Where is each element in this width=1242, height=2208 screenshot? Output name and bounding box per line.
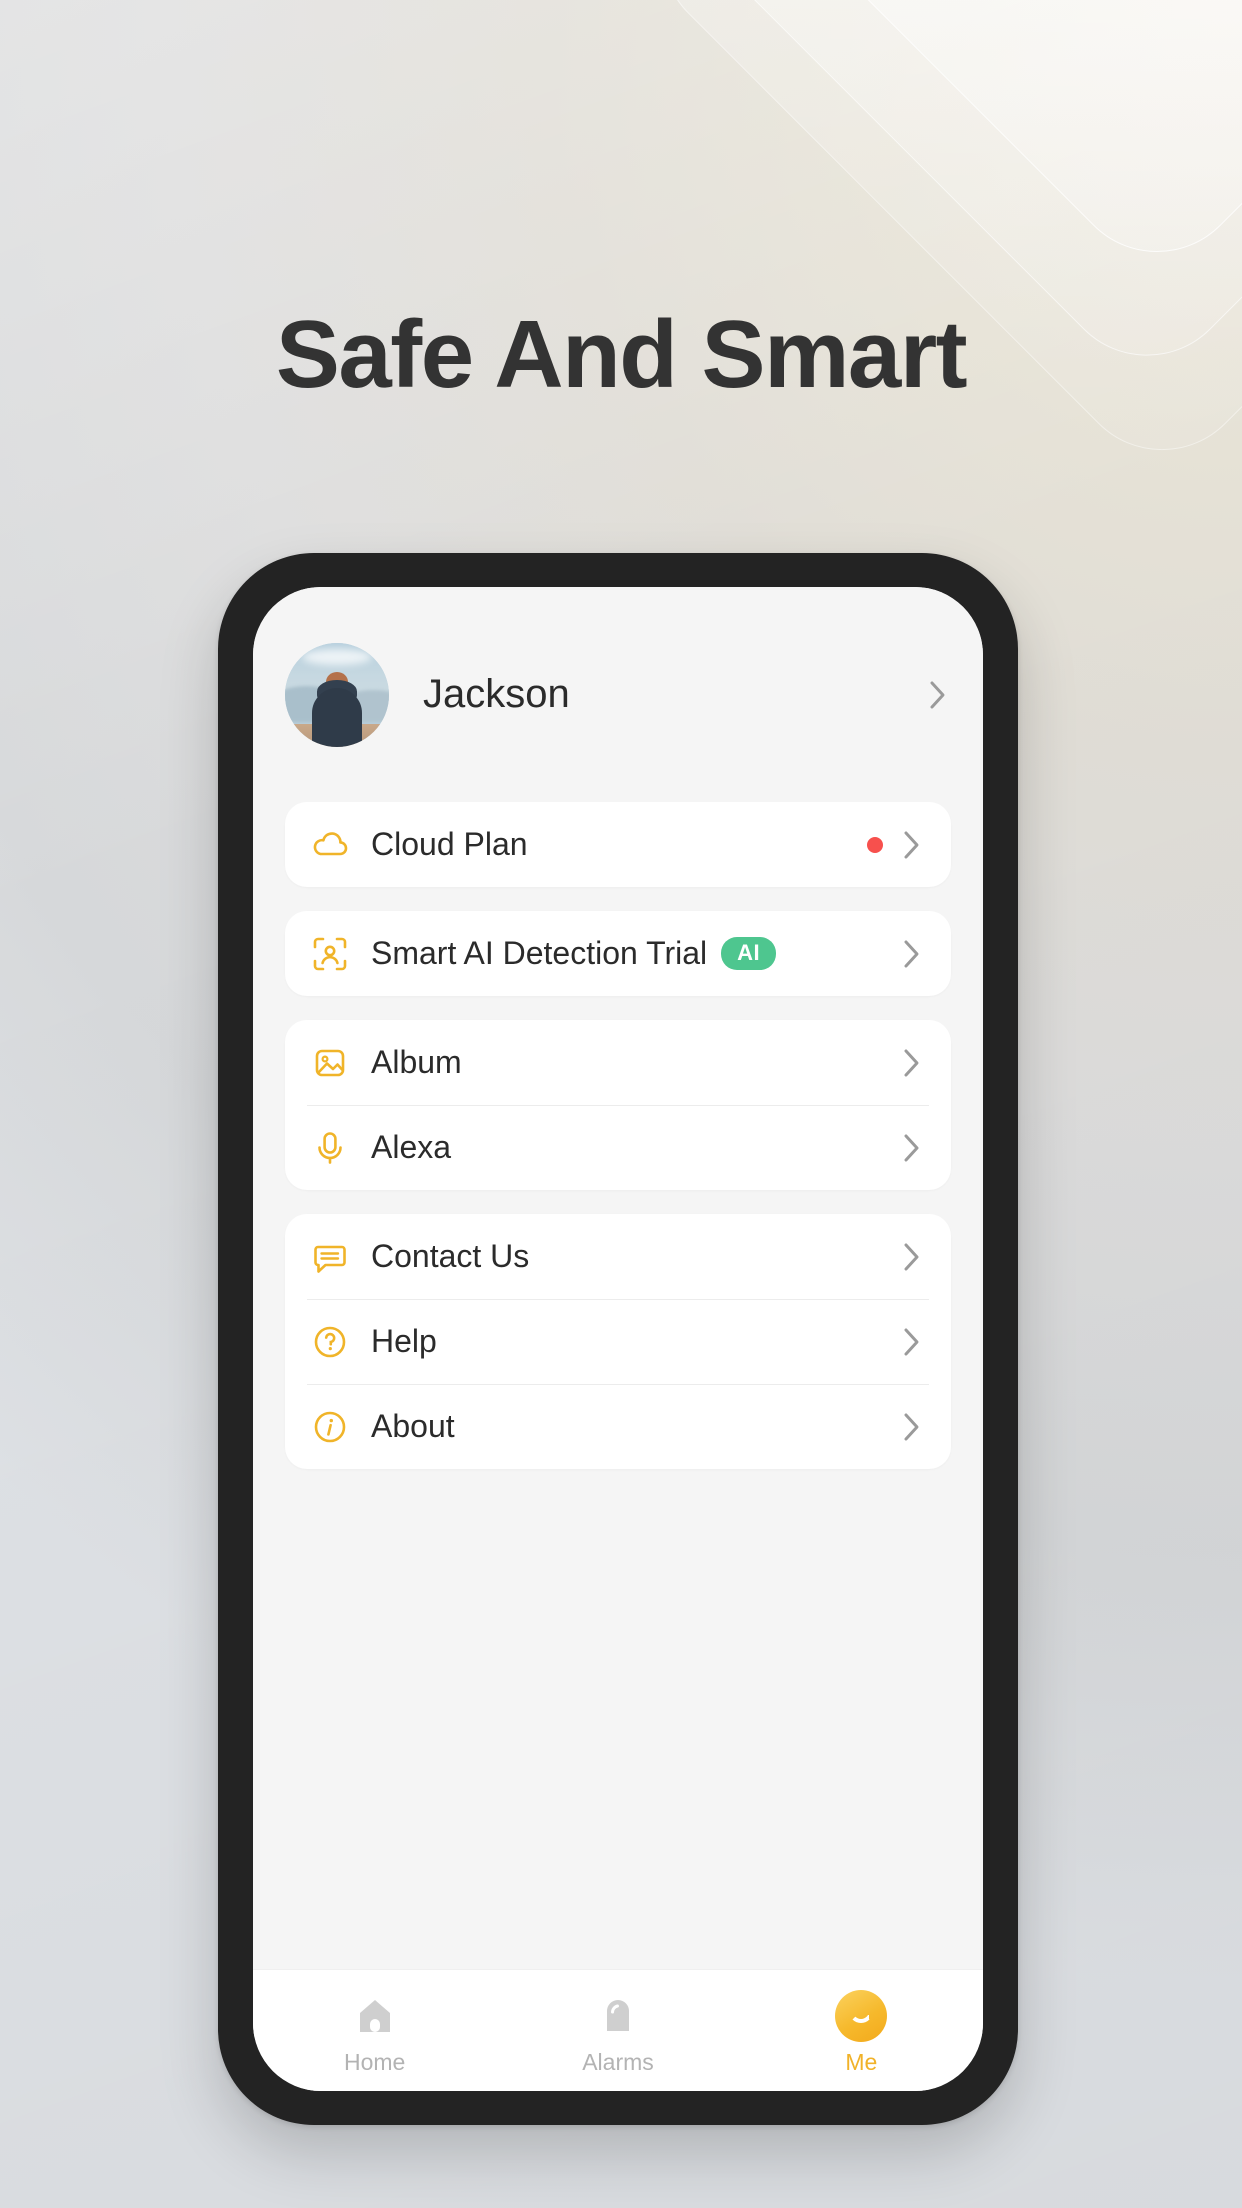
menu-item-tail: [867, 830, 921, 860]
profile-row[interactable]: Jackson: [253, 587, 983, 802]
info-circle-icon: [307, 1404, 353, 1450]
profile-name: Jackson: [423, 672, 570, 716]
menu-card: Smart AI Detection Trial AI: [285, 911, 951, 996]
menu-card: Album Alexa: [285, 1020, 951, 1190]
chevron-right-icon: [903, 1412, 921, 1442]
menu-item-smart-ai-detection-trial[interactable]: Smart AI Detection Trial AI: [285, 911, 951, 996]
avatar[interactable]: [285, 642, 389, 747]
menu-item-tail: [903, 1242, 921, 1272]
status-badge-dot: [867, 836, 883, 853]
tab-label: Me: [845, 2049, 878, 2075]
avatar-jacket: [312, 688, 362, 747]
menu-card: Cloud Plan: [285, 802, 951, 887]
microphone-icon: [307, 1125, 353, 1171]
smiley-face-icon: [835, 1990, 888, 2042]
chevron-right-icon: [903, 939, 921, 969]
menu-item-alexa[interactable]: Alexa: [285, 1105, 951, 1190]
menu-item-contact-us[interactable]: Contact Us: [285, 1214, 951, 1299]
chevron-right-icon: [903, 830, 921, 860]
chevron-right-icon: [929, 680, 947, 710]
tab-alarms[interactable]: Alarms: [496, 1970, 739, 2091]
menu-item-album[interactable]: Album: [285, 1020, 951, 1105]
menu-item-label: About: [371, 1408, 455, 1444]
menu-item-label: Smart AI Detection Trial: [371, 935, 708, 971]
chevron-right-icon: [903, 1133, 921, 1163]
menu-card: Contact Us Help About: [285, 1214, 951, 1469]
tab-me[interactable]: Me: [740, 1970, 983, 2091]
menu-item-tail: [903, 1327, 921, 1357]
menu-item-tail: [903, 939, 921, 969]
menu-item-label: Help: [371, 1323, 437, 1359]
phone-screen: Jackson Cloud Plan Smart AI Detection Tr…: [253, 587, 983, 2091]
menu-item-help[interactable]: Help: [285, 1299, 951, 1384]
cloud-icon: [307, 822, 353, 868]
chevron-right-icon: [903, 1327, 921, 1357]
chat-bubble-icon: [307, 1234, 353, 1280]
tab-label: Home: [343, 2049, 406, 2075]
menu-item-about[interactable]: About: [285, 1384, 951, 1469]
menu-item-cloud-plan[interactable]: Cloud Plan: [285, 802, 951, 887]
bell-icon: [594, 1991, 642, 2041]
menu-item-label: Cloud Plan: [371, 826, 528, 862]
chevron-right-icon: [903, 1242, 921, 1272]
status-badge-ai: AI: [721, 937, 777, 970]
menu-item-tail: [903, 1048, 921, 1078]
question-circle-icon: [307, 1319, 353, 1365]
page-title: Safe And Smart: [275, 301, 968, 408]
menu-item-label: Album: [371, 1044, 462, 1080]
me-avatar-circle: [835, 1990, 888, 2042]
bottom-tab-bar: Home Alarms Me: [253, 1969, 983, 2091]
phone-mockup-frame: Jackson Cloud Plan Smart AI Detection Tr…: [218, 553, 1018, 2125]
menu-item-label: Contact Us: [371, 1238, 530, 1274]
menu-item-label: Alexa: [371, 1129, 452, 1165]
smile-arc: [849, 2010, 874, 2023]
image-icon: [307, 1040, 353, 1086]
menu-item-tail: [903, 1412, 921, 1442]
tab-home[interactable]: Home: [253, 1970, 496, 2091]
chevron-right-icon: [903, 1048, 921, 1078]
menu-item-tail: [903, 1133, 921, 1163]
tab-label: Alarms: [582, 2049, 654, 2075]
menu-list: Cloud Plan Smart AI Detection Trial AI A…: [253, 802, 983, 1969]
home-icon: [351, 1991, 399, 2041]
face-scan-icon: [307, 931, 353, 977]
